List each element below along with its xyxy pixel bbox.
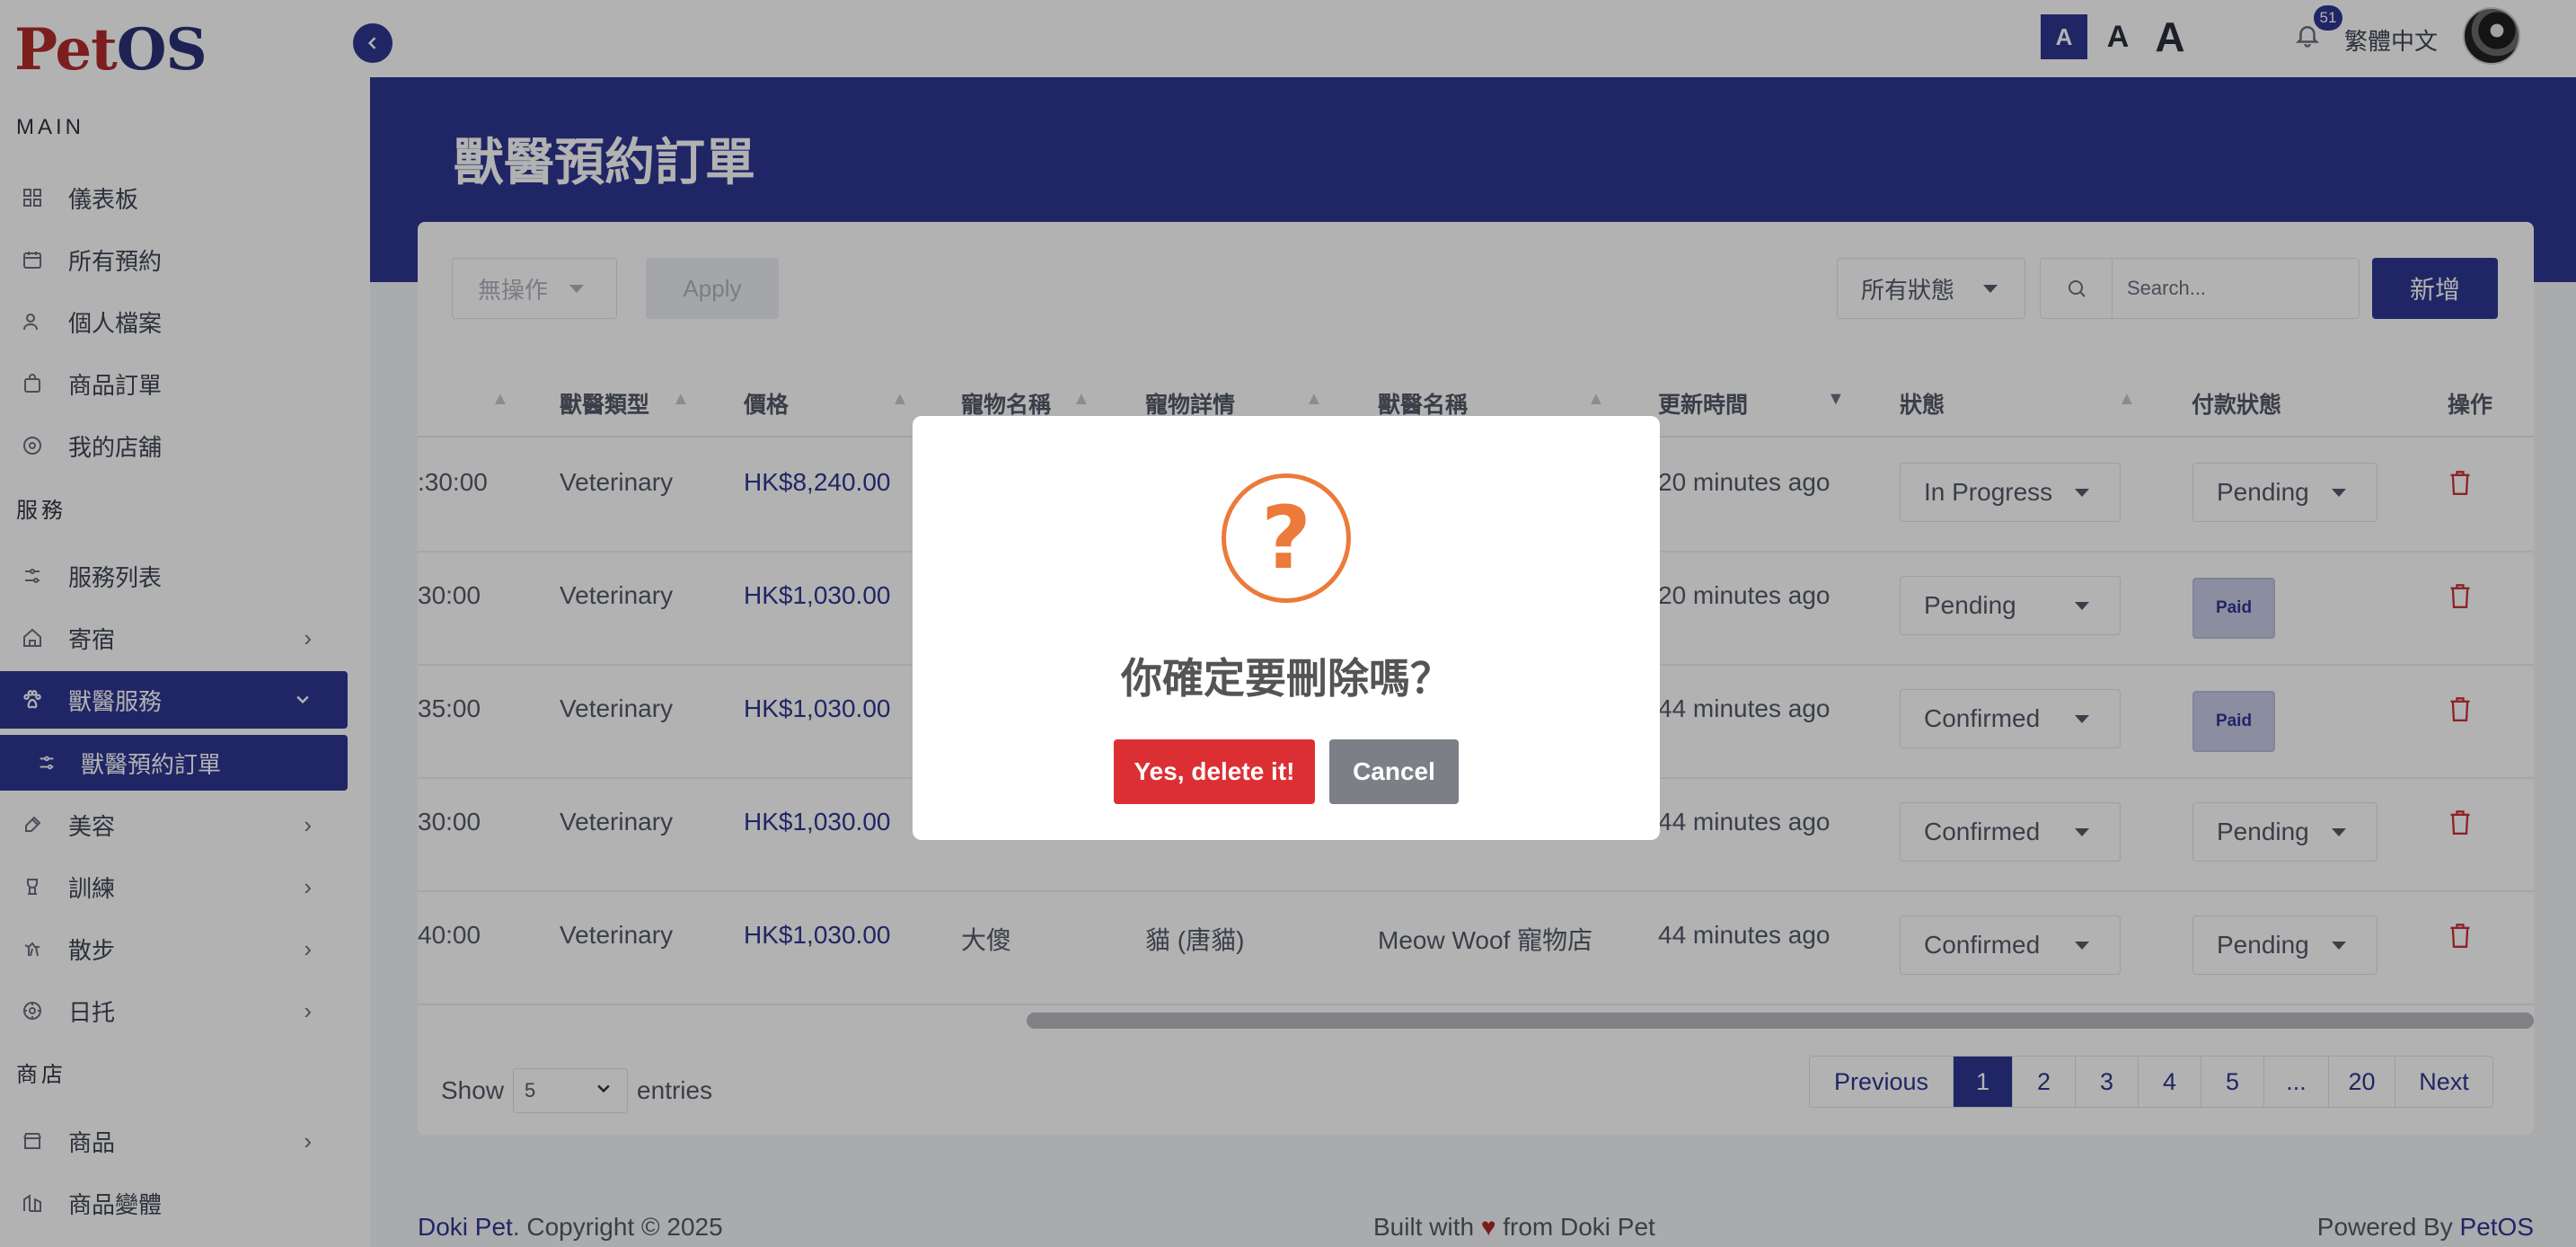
cancel-button[interactable]: Cancel [1329,739,1459,804]
question-icon: ? [1222,473,1351,603]
confirm-delete-button[interactable]: Yes, delete it! [1114,739,1315,804]
delete-confirm-dialog: ? 你確定要刪除嗎？ Yes, delete it! Cancel [913,416,1660,840]
dialog-title: 你確定要刪除嗎？ [1121,655,1451,702]
